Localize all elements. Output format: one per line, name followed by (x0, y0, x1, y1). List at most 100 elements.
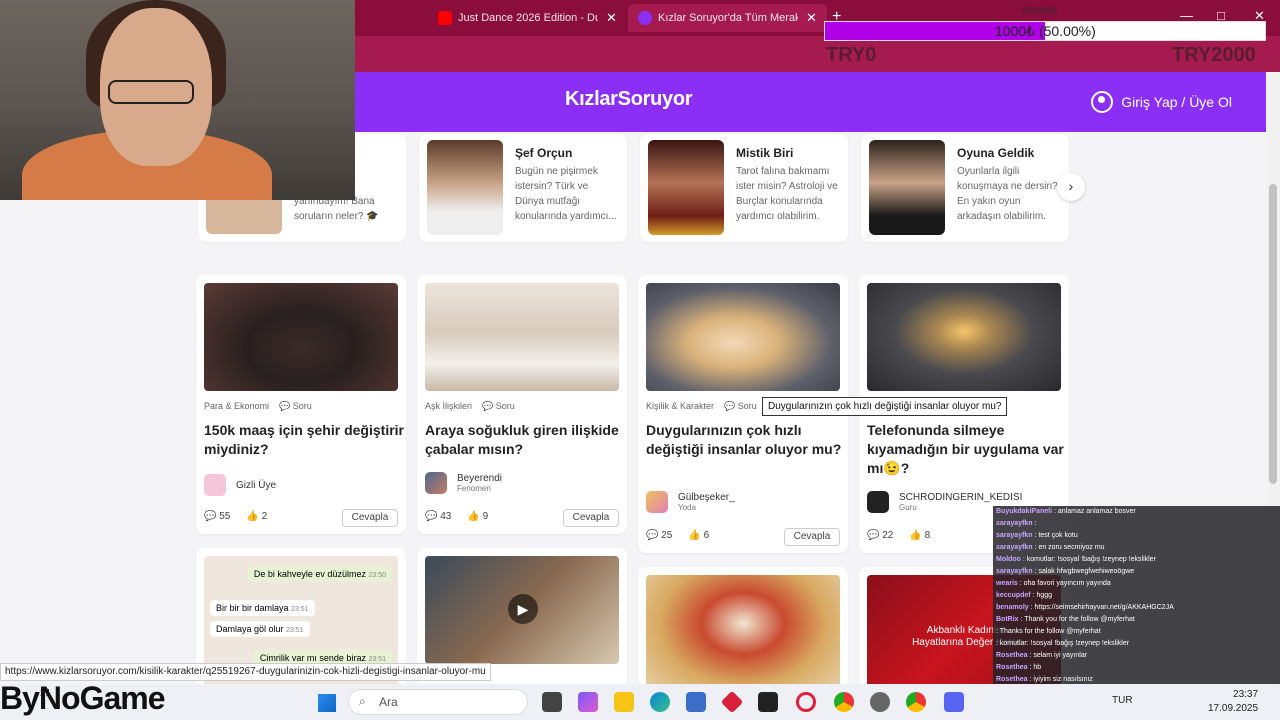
chat-text: oha favori yayıncım yayında (1023, 580, 1111, 587)
comment-count: 💬 22 (867, 530, 894, 541)
copilot-icon[interactable] (578, 692, 598, 712)
question-image (204, 283, 398, 391)
chat-username[interactable]: sarayayfkn (996, 568, 1033, 575)
chat-message: keccupdef : hggg (993, 590, 1280, 602)
task-view-icon[interactable] (542, 692, 562, 712)
chat-username[interactable]: wearis (996, 580, 1018, 587)
chat-message: Rosethea : hb (993, 662, 1280, 674)
chat-message: benamoly : https://seimsehirhayvan.net/g… (993, 602, 1280, 614)
chat-text: Thanks for the follow @myferhat (999, 628, 1101, 635)
clock-time: 23:37 (1233, 689, 1259, 700)
chat-bubble-text: De bi kahveyle ev düzülmez (253, 569, 366, 579)
site-logo[interactable]: KızlarSoruyor (565, 88, 693, 111)
edge-icon[interactable] (650, 692, 670, 712)
scroll-thumb[interactable] (1269, 184, 1277, 484)
chat-username[interactable]: BotRix (996, 616, 1019, 623)
type-label: 💬 Soru (279, 401, 312, 411)
question-title[interactable]: Araya soğukluk giren ilişkide çabalar mı… (425, 421, 625, 459)
question-author[interactable]: Gülbeşeker_ Yoda (646, 491, 735, 513)
app-icon[interactable] (758, 692, 778, 712)
chat-username[interactable]: benamoly (996, 604, 1029, 611)
author-name: SCHRODINGERIN_KEDISI (899, 492, 1023, 503)
assistant-card[interactable]: Mistik Biri Tarot falına bakmamı ister m… (640, 134, 848, 242)
comment-count-value: 43 (440, 511, 452, 522)
tab-just-dance[interactable]: Just Dance 2026 Edition - Duyu ✕ (428, 4, 627, 32)
login-button[interactable]: Giriş Yap / Üye Ol (1091, 91, 1232, 113)
chat-username[interactable]: Moldoo (996, 556, 1021, 563)
comment-count: 💬 25 (646, 530, 673, 541)
answer-button[interactable]: Cevapla (784, 528, 840, 546)
chat-username[interactable]: Rosethea (996, 664, 1028, 671)
assistant-card[interactable]: Oyuna Geldik Oyunlarla ilgili konuşmaya … (861, 134, 1069, 242)
question-title[interactable]: Duygularınızın çok hızlı değiştiği insan… (646, 421, 846, 459)
like-count[interactable]: 👍 9 (467, 511, 488, 522)
search-placeholder: Ara (379, 695, 398, 709)
windows-start-button[interactable] (318, 694, 336, 712)
chat-username[interactable]: sarayayfkn (996, 544, 1033, 551)
question-image: ▶ (425, 556, 619, 664)
chat-text: Thank you for the follow @myferhat (1024, 616, 1135, 623)
chat-text: komutlar: !sosyal !bağış !zeynep !ekslik… (1026, 556, 1156, 563)
taskbar-search[interactable]: ⌕ Ara (348, 689, 528, 715)
close-tab-icon[interactable]: ✕ (606, 10, 617, 26)
question-author[interactable]: Gizli Üye (204, 474, 276, 496)
chat-message: : Thanks for the follow @myferhat (993, 626, 1280, 638)
play-icon[interactable]: ▶ (508, 594, 538, 624)
assistant-desc: Oyunlarla ilgili konuşmaya ne dersin? En… (957, 166, 1058, 222)
author-rank: Yoda (678, 503, 696, 512)
youtube-icon (438, 11, 452, 25)
next-arrow-button[interactable]: › (1057, 173, 1085, 201)
chat-username[interactable]: sarayayfkn (996, 532, 1033, 539)
chat-separator: : (1032, 520, 1037, 527)
tab-kizlar-soruyor[interactable]: Kızlar Soruyor'da Tüm Merak Et ✕ (628, 4, 827, 32)
chat-username[interactable]: Rosethea (996, 652, 1028, 659)
question-stats: 💬 25 👍 6 (646, 530, 709, 541)
question-card[interactable]: Aşk İlişkileri 💬 Soru Araya soğukluk gir… (417, 275, 627, 534)
answer-button[interactable]: Cevapla (342, 509, 398, 527)
chrome-icon[interactable] (834, 692, 854, 712)
site-header: KızlarSoruyor Giriş Yap / Üye Ol (355, 72, 1266, 132)
chrome-icon[interactable] (906, 692, 926, 712)
language-indicator[interactable]: TUR (1112, 695, 1133, 706)
category-label[interactable]: Para & Ekonomi (204, 401, 269, 412)
store-icon[interactable] (686, 692, 706, 712)
question-stats: 💬 22 👍 8 (867, 530, 930, 541)
question-card[interactable]: Para & Ekonomi 💬 Soru 150k maaş için şeh… (196, 275, 406, 534)
chat-bubble-time: 23:51 (286, 627, 304, 634)
file-explorer-icon[interactable] (614, 692, 634, 712)
donation-min: TRY0 (826, 44, 877, 66)
chat-bubble-text: Cimrilik var mı sende biraz (259, 653, 366, 663)
app-icon[interactable] (720, 690, 744, 714)
chat-message: Moldoo : komutlar: !sosyal !bağış !zeyne… (993, 554, 1280, 566)
discord-icon[interactable] (944, 692, 964, 712)
question-meta: Aşk İlişkileri 💬 Soru (425, 401, 515, 412)
app-icon[interactable] (870, 692, 890, 712)
assistant-card[interactable]: Şef Orçun Bugün ne pişirmek istersin? Tü… (419, 134, 627, 242)
opera-icon[interactable] (796, 692, 816, 712)
chat-username[interactable]: keccupdef (996, 592, 1031, 599)
category-label[interactable]: Kişilik & Karakter (646, 401, 714, 412)
like-count[interactable]: 👍 2 (246, 511, 267, 522)
like-count[interactable]: 👍 6 (688, 530, 709, 541)
close-tab-icon[interactable]: ✕ (806, 10, 817, 26)
question-title[interactable]: 150k maaş için şehir değiştirir miydiniz… (204, 421, 404, 459)
like-count[interactable]: 👍 8 (909, 530, 930, 541)
question-author[interactable]: Beyerendi Fenomen (425, 472, 502, 494)
question-image (867, 283, 1061, 391)
question-title[interactable]: Telefonunda silmeye kıyamadığın bir uygu… (867, 421, 1067, 478)
chat-bubble: De bi kahveyle ev düzülmez 23:50 (247, 566, 392, 582)
category-label[interactable]: Aşk İlişkileri (425, 401, 472, 412)
chat-username[interactable]: sarayayfkn (996, 520, 1033, 527)
chat-username[interactable]: Rosethea (996, 676, 1028, 683)
answer-button[interactable]: Cevapla (563, 509, 619, 527)
chat-username[interactable]: BuyukdakiPaneli (996, 508, 1052, 515)
question-card[interactable] (638, 567, 848, 688)
chat-text: salak hfwgbwegfwehiweoögwe (1038, 568, 1135, 575)
taskbar-clock[interactable]: 23:37 17.09.2025 (1208, 688, 1258, 716)
type-label: 💬 Soru (724, 401, 757, 411)
author-info: Gülbeşeker_ Yoda (678, 492, 735, 512)
comment-count: 💬 43 (425, 511, 452, 522)
chat-text: selam iyi yayınlar (1033, 652, 1088, 659)
streamer-watermark: ByNoGame (0, 680, 165, 716)
assistant-avatar (427, 140, 503, 235)
